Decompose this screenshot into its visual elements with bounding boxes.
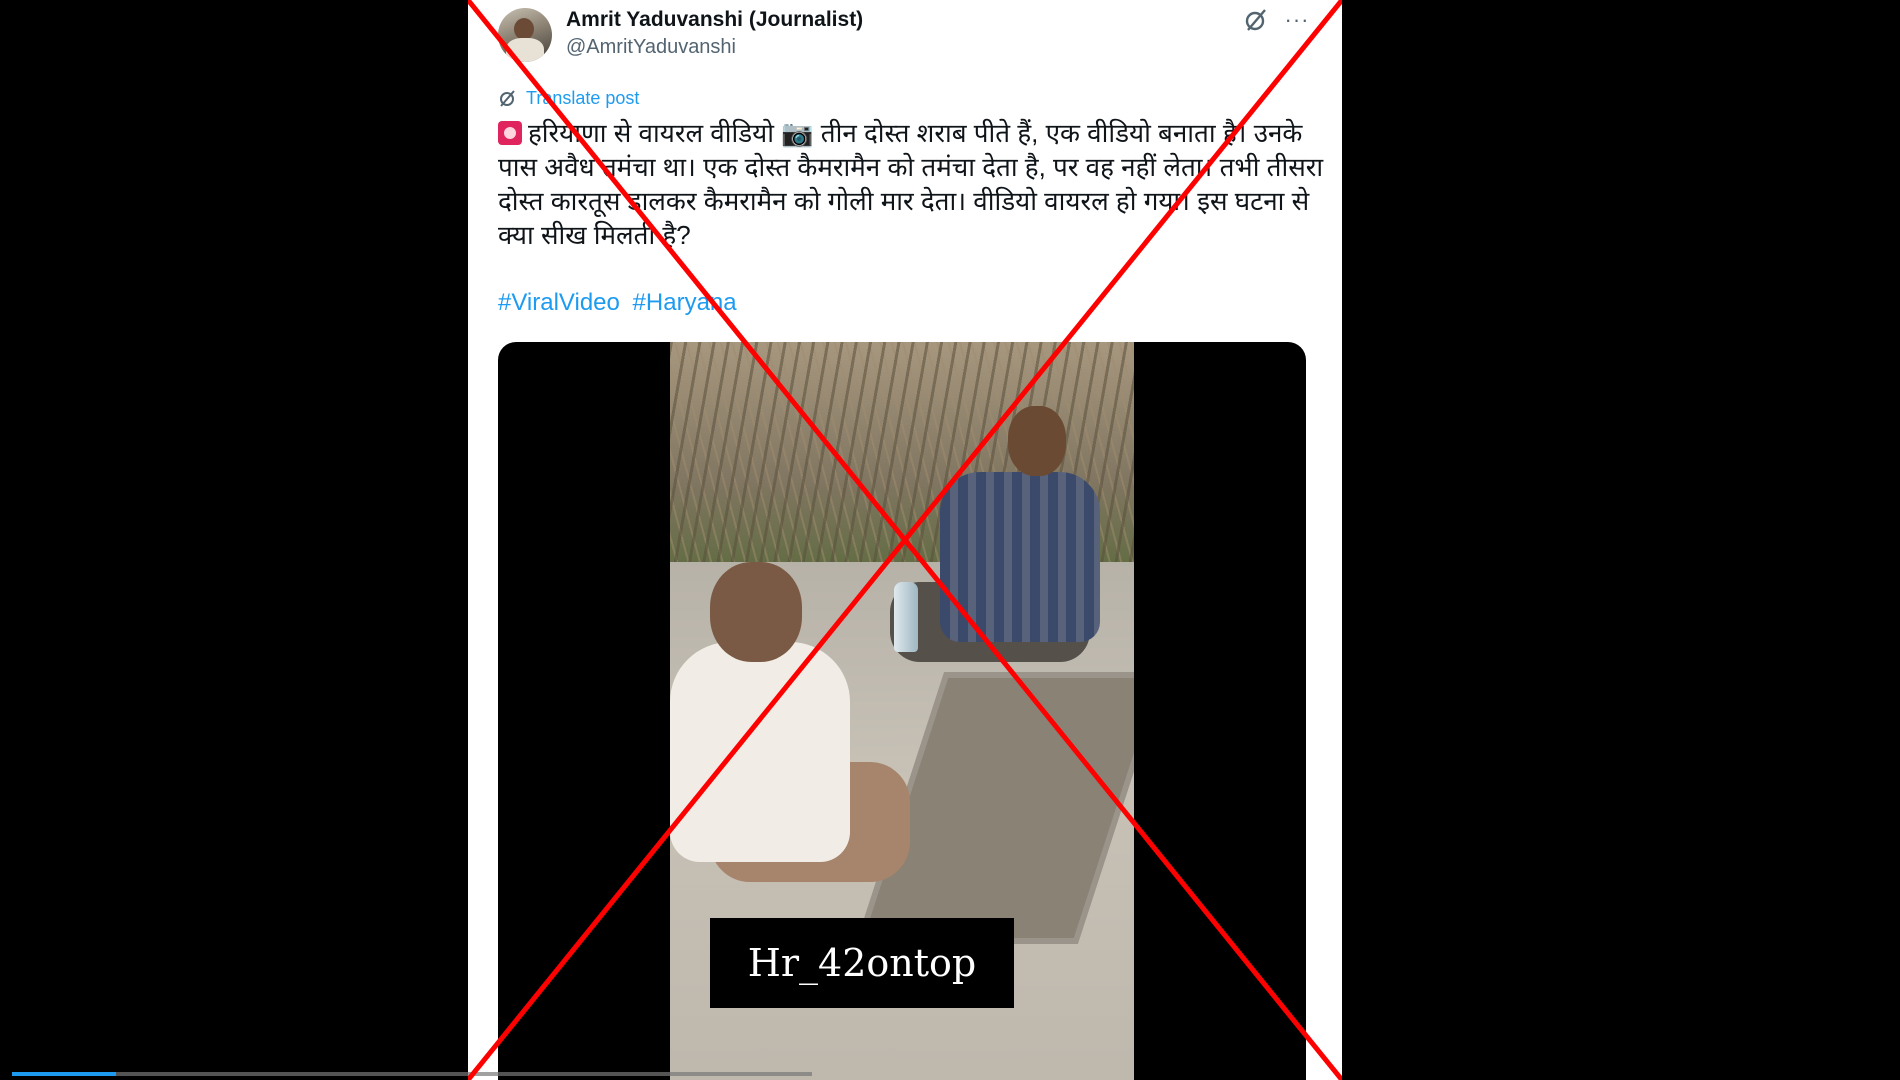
video-bottle	[894, 582, 918, 652]
hashtags: #ViralVideo #Haryana	[498, 289, 743, 317]
video-person-left	[670, 642, 850, 862]
avatar-body	[506, 38, 544, 62]
grok-icon[interactable]	[1242, 6, 1270, 34]
video-progress-track[interactable]	[12, 1072, 812, 1076]
video-watermark-text: Hr_42ontop	[747, 941, 977, 985]
video-progress-fill	[12, 1072, 116, 1076]
video-player[interactable]: Hr_42ontop	[498, 342, 1306, 1080]
video-person-right-head	[1008, 406, 1066, 476]
post-body: हरियाणा से वायरल वीडियो 📷 तीन दोस्त शराब…	[498, 118, 1331, 250]
tweet-card: Amrit Yaduvanshi (Journalist) @AmritYadu…	[468, 0, 1342, 1080]
avatar-head	[514, 18, 534, 40]
avatar[interactable]	[498, 8, 552, 62]
video-person-left-head	[710, 562, 802, 662]
translate-post-label: Translate post	[526, 87, 640, 108]
author-handle[interactable]: @AmritYaduvanshi	[566, 36, 736, 59]
translate-post-link[interactable]: Translate post	[498, 86, 639, 110]
hashtag-viralvideo[interactable]: #ViralVideo	[498, 289, 620, 316]
more-icon[interactable]: ···	[1282, 6, 1312, 34]
hashtag-haryana[interactable]: #Haryana	[633, 289, 737, 316]
translate-icon	[500, 90, 515, 107]
video-watermark: Hr_42ontop	[710, 918, 1014, 1008]
video-frame: Hr_42ontop	[670, 342, 1134, 1080]
siren-icon	[498, 121, 522, 145]
post-text: हरियाणा से वायरल वीडियो 📷 तीन दोस्त शराब…	[498, 116, 1328, 252]
author-display-name[interactable]: Amrit Yaduvanshi (Journalist)	[566, 8, 863, 32]
video-person-right	[940, 472, 1100, 642]
